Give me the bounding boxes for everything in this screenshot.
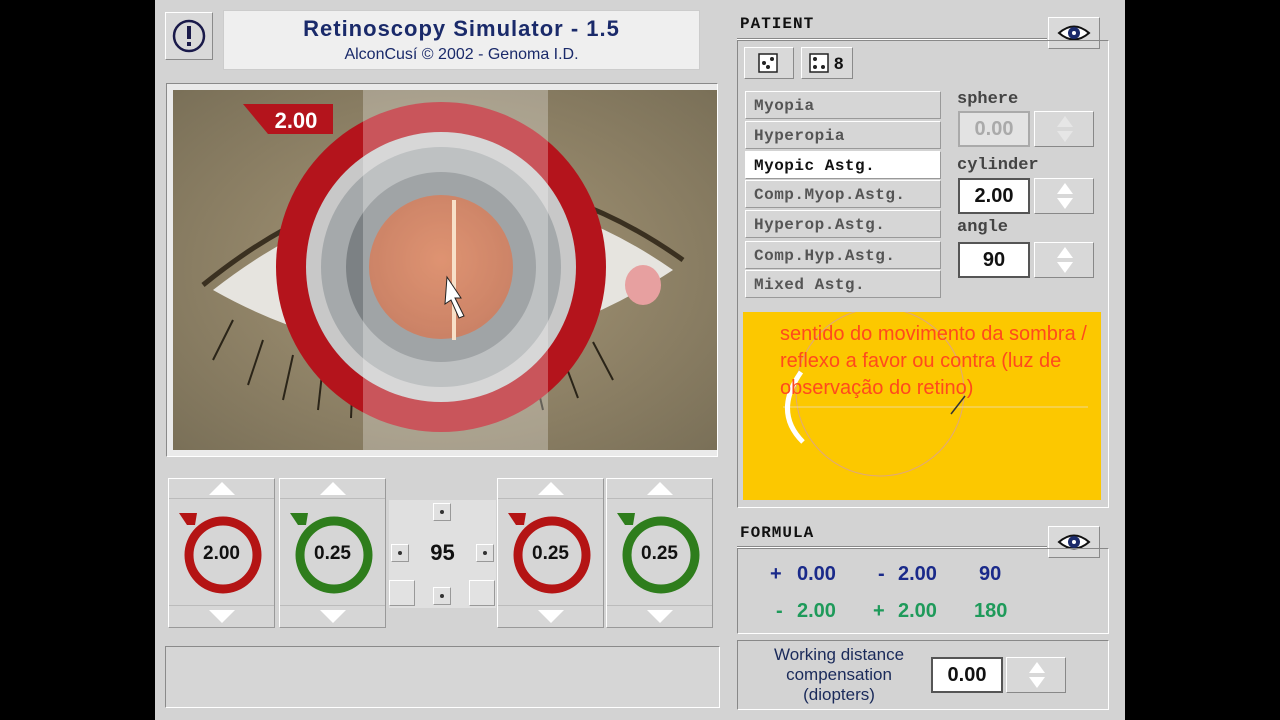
condition-myopia[interactable]: Myopia: [745, 91, 941, 119]
patient-section-title: PATIENT: [740, 15, 815, 33]
lens-decrease-button[interactable]: [169, 605, 274, 627]
dice-count: 8: [834, 54, 844, 73]
angle-spinner[interactable]: [1034, 242, 1094, 278]
lens-increase-button[interactable]: [169, 479, 274, 499]
random-dice-button[interactable]: [744, 47, 794, 79]
lens-increase-button[interactable]: [607, 479, 712, 499]
center-left-button[interactable]: [391, 544, 409, 562]
working-distance-panel: Working distance compensation (diopters)…: [737, 640, 1109, 710]
angle-field[interactable]: 90: [958, 242, 1030, 278]
formula-row2-sign1: -: [776, 600, 783, 622]
annotation-text: sentido do movimento da sombra / reflexo…: [780, 323, 1087, 399]
lens-value: 2.00: [203, 543, 240, 564]
working-distance-label: Working distance compensation (diopters): [773, 645, 905, 704]
formula-row1-axis: 90: [979, 563, 1002, 585]
center-down-button[interactable]: [433, 587, 451, 605]
status-box: [165, 646, 720, 708]
formula-section-title: FORMULA: [740, 524, 815, 542]
angle-label: angle: [957, 218, 1009, 237]
condition-hyperop-astg[interactable]: Hyperop.Astg.: [745, 210, 941, 238]
condition-mixed-astg[interactable]: Mixed Astg.: [745, 270, 941, 298]
dice-icon: [809, 53, 829, 73]
lens-increase-button[interactable]: [280, 479, 385, 499]
lens-value: 0.25: [641, 543, 678, 564]
eye-viewer[interactable]: 2.00: [166, 83, 718, 457]
cylinder-field[interactable]: 2.00: [958, 178, 1030, 214]
dice-small-icon[interactable]: [469, 580, 495, 606]
center-control: 95: [389, 500, 496, 608]
cylinder-label: cylinder: [957, 156, 1039, 175]
dice-count-button[interactable]: 8: [801, 47, 853, 79]
formula-row2-axis: 180: [974, 600, 1008, 622]
ring-value-label: 2.00: [274, 108, 318, 133]
center-up-button[interactable]: [433, 503, 451, 521]
formula-row2-sign2: +: [873, 600, 885, 622]
lens-decrease-button[interactable]: [498, 605, 603, 627]
cylinder-spinner[interactable]: [1034, 178, 1094, 214]
lens-decrease-button[interactable]: [607, 605, 712, 627]
app-subtitle: AlconCusí © 2002 - Genoma I.D.: [344, 46, 579, 63]
formula-panel: + 0.00 - 2.00 90 - 2.00 + 2.00 180: [737, 548, 1109, 634]
working-distance-spinner[interactable]: [1006, 657, 1066, 693]
lens-increase-button[interactable]: [498, 479, 603, 499]
exclamation-icon: [172, 19, 206, 53]
lens-decrease-button[interactable]: [280, 605, 385, 627]
app-window: Retinoscopy Simulator - 1.5 AlconCusí © …: [155, 0, 1125, 720]
sphere-spinner: [1034, 111, 1094, 147]
lens-panel-right-red: 0.25: [497, 478, 604, 628]
eye-image: [173, 90, 717, 450]
formula-row2-cylinder: 2.00: [898, 600, 937, 622]
sphere-field: 0.00: [958, 111, 1030, 147]
dice-small-icon[interactable]: [389, 580, 415, 606]
formula-row2-sphere: 2.00: [797, 600, 836, 622]
condition-comp-myop-astg[interactable]: Comp.Myop.Astg.: [745, 180, 941, 208]
lens-panel-right-green: 0.25: [606, 478, 713, 628]
formula-row1-sphere: 0.00: [797, 563, 836, 585]
dice-icon: [758, 53, 778, 73]
formula-row1-cylinder: 2.00: [898, 563, 937, 585]
annotation-area: sentido do movimento da sombra / reflexo…: [743, 312, 1101, 500]
working-distance-field[interactable]: 0.00: [931, 657, 1003, 693]
formula-row1-sign1: +: [770, 563, 782, 585]
title-box: Retinoscopy Simulator - 1.5 AlconCusí © …: [223, 10, 700, 70]
formula-row1-sign2: -: [878, 563, 885, 585]
condition-comp-hyp-astg[interactable]: Comp.Hyp.Astg.: [745, 241, 941, 269]
condition-hyperopia[interactable]: Hyperopia: [745, 121, 941, 149]
app-title: Retinoscopy Simulator - 1.5: [303, 16, 620, 41]
lens-panel-left-green: 0.25: [279, 478, 386, 628]
lens-panel-left-red: 2.00: [168, 478, 275, 628]
condition-myopic-astg[interactable]: Myopic Astg.: [745, 151, 941, 179]
lens-value: 0.25: [314, 543, 351, 564]
center-right-button[interactable]: [476, 544, 494, 562]
center-value: 95: [430, 540, 455, 565]
info-button[interactable]: [165, 12, 213, 60]
lens-value: 0.25: [532, 543, 569, 564]
sphere-label: sphere: [957, 90, 1019, 109]
